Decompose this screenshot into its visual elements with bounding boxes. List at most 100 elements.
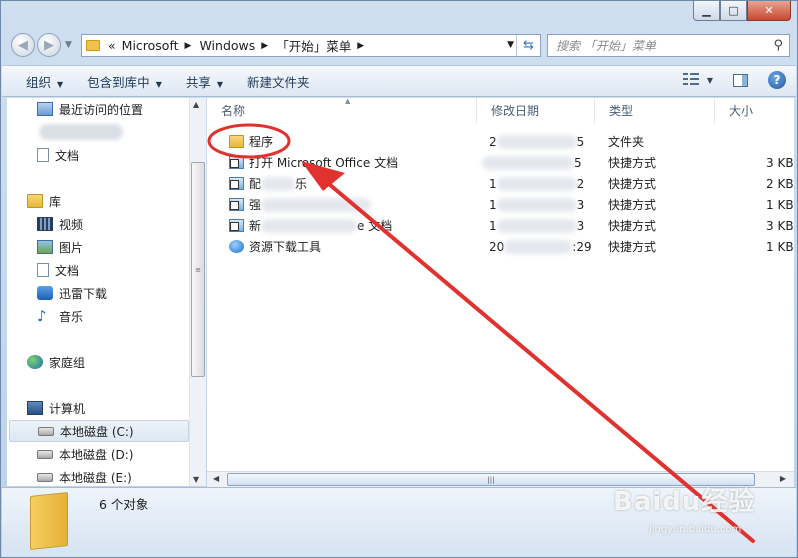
homegroup-icon bbox=[27, 355, 43, 369]
nav-item-libraries[interactable]: 库 bbox=[27, 190, 205, 212]
music-note-icon: ♪ bbox=[37, 307, 47, 325]
navigation-pane: 最近访问的位置 文档 库 视频 图片 文档 迅雷下载 ♪ 音乐 家庭组 计算机 本… bbox=[7, 98, 205, 486]
file-date-start: 1 bbox=[489, 197, 497, 212]
address-dropdown-icon[interactable]: ▼ bbox=[507, 40, 514, 50]
breadcrumb-separator[interactable]: ▶ bbox=[185, 41, 192, 51]
item-count: 6 个对象 bbox=[99, 497, 149, 512]
shortcut-icon bbox=[229, 156, 244, 169]
nav-label: 图片 bbox=[59, 240, 84, 255]
scroll-right-icon[interactable]: ▶ bbox=[780, 474, 786, 483]
column-label: 类型 bbox=[609, 104, 634, 118]
file-date-end: 3 bbox=[576, 218, 585, 233]
breadcrumb-windows[interactable]: Windows bbox=[199, 38, 255, 53]
nav-item-recent[interactable]: 最近访问的位置 bbox=[37, 98, 205, 120]
refresh-button[interactable]: ⇆ bbox=[516, 35, 540, 56]
close-button[interactable]: ✕ bbox=[747, 1, 791, 21]
nav-label: 视频 bbox=[59, 217, 84, 232]
scroll-up-icon[interactable]: ▲ bbox=[193, 100, 199, 109]
recent-places-icon bbox=[37, 102, 53, 116]
file-name-suffix: e 文档 bbox=[357, 219, 393, 233]
view-details-icon[interactable] bbox=[682, 73, 699, 87]
file-size: 1 KB bbox=[766, 239, 794, 254]
help-icon[interactable]: ? bbox=[768, 71, 786, 89]
watermark-logo: Baidu经验 bbox=[613, 487, 756, 517]
file-date-start: 1 bbox=[489, 176, 497, 191]
nav-item-documents[interactable]: 文档 bbox=[37, 259, 205, 281]
file-name: 资源下载工具 bbox=[249, 240, 322, 254]
file-type: 快捷方式 bbox=[608, 177, 657, 191]
nav-buttons: ◀ ▶ ▼ bbox=[11, 33, 72, 57]
nav-label: 家庭组 bbox=[49, 355, 86, 370]
breadcrumb-separator[interactable]: ▶ bbox=[357, 41, 364, 51]
nav-item-documents-fav[interactable]: 文档 bbox=[37, 144, 205, 166]
address-bar[interactable]: « Microsoft ▶ Windows ▶ 「开始」菜单 ▶ ▼ ⇆ bbox=[81, 34, 541, 57]
maximize-button[interactable]: □ bbox=[720, 1, 747, 21]
file-date-start: 1 bbox=[489, 218, 497, 233]
back-button[interactable]: ◀ bbox=[11, 33, 35, 57]
nav-label: 本地磁盘 (E:) bbox=[59, 470, 132, 485]
nav-item-pictures[interactable]: 图片 bbox=[37, 236, 205, 258]
chevron-down-icon: ▼ bbox=[155, 79, 162, 89]
nav-label: 文档 bbox=[55, 148, 80, 163]
column-header-size[interactable]: 大小 bbox=[715, 98, 794, 123]
recent-pages-dropdown[interactable]: ▼ bbox=[65, 40, 72, 50]
table-row[interactable]: 程序 2 5 文件夹 bbox=[207, 131, 794, 152]
chevron-down-icon: ▼ bbox=[57, 79, 64, 89]
table-row[interactable]: 强 1 3 快捷方式 1 KB bbox=[207, 194, 794, 215]
arrow-left-icon: ◀ bbox=[18, 37, 28, 53]
nav-label: 计算机 bbox=[49, 401, 86, 416]
column-header-name[interactable]: 名称 bbox=[207, 98, 477, 123]
nav-label: 最近访问的位置 bbox=[59, 102, 144, 117]
nav-scrollbar[interactable]: ▲ ≡ ▼ bbox=[189, 98, 206, 486]
scroll-down-icon[interactable]: ▼ bbox=[193, 475, 199, 484]
view-dropdown-icon[interactable]: ▼ bbox=[707, 76, 713, 85]
table-row[interactable]: 打开 Microsoft Office 文档 5 快捷方式 3 KB bbox=[207, 152, 794, 173]
table-row[interactable]: 配 乐 1 2 快捷方式 2 KB bbox=[207, 173, 794, 194]
table-row[interactable]: 资源下载工具 20:29 快捷方式 1 KB bbox=[207, 236, 794, 257]
file-size: 3 KB bbox=[766, 218, 794, 233]
minimize-button[interactable]: ▁ bbox=[693, 1, 720, 21]
share-menu[interactable]: 共享 ▼ bbox=[186, 72, 223, 91]
organize-label: 组织 bbox=[26, 74, 52, 90]
search-box[interactable]: 搜索 「开始」菜单 ⚲ bbox=[547, 34, 790, 57]
nav-item-videos[interactable]: 视频 bbox=[37, 213, 205, 235]
include-in-library-menu[interactable]: 包含到库中 ▼ bbox=[87, 72, 162, 91]
file-type: 快捷方式 bbox=[608, 240, 657, 254]
breadcrumb-separator[interactable]: ▶ bbox=[261, 41, 268, 51]
nav-item-xunlei[interactable]: 迅雷下载 bbox=[37, 282, 205, 304]
computer-icon bbox=[27, 401, 43, 415]
nav-item-disk-c[interactable]: 本地磁盘 (C:) bbox=[9, 420, 189, 442]
file-name-prefix: 新 bbox=[249, 219, 262, 233]
nav-label: 文档 bbox=[55, 263, 80, 278]
drive-icon bbox=[38, 426, 54, 436]
organize-menu[interactable]: 组织 ▼ bbox=[26, 72, 63, 91]
breadcrumb-start-menu[interactable]: 「开始」菜单 bbox=[276, 36, 351, 55]
column-header-type[interactable]: 类型 bbox=[595, 98, 715, 123]
new-folder-button[interactable]: 新建文件夹 bbox=[247, 72, 310, 91]
breadcrumb-microsoft[interactable]: Microsoft bbox=[122, 38, 179, 53]
document-icon bbox=[37, 263, 49, 277]
share-label: 共享 bbox=[185, 74, 211, 90]
file-type: 文件夹 bbox=[608, 135, 645, 149]
column-header-date[interactable]: 修改日期 bbox=[477, 98, 595, 123]
download-icon bbox=[37, 286, 53, 300]
search-icon: ⚲ bbox=[773, 38, 783, 53]
redacted-date bbox=[504, 239, 573, 254]
nav-item-disk-e[interactable]: 本地磁盘 (E:) bbox=[37, 466, 205, 486]
redacted-name bbox=[261, 197, 372, 212]
breadcrumb-overflow[interactable]: « bbox=[108, 38, 116, 53]
nav-item-homegroup[interactable]: 家庭组 bbox=[27, 351, 205, 373]
nav-item-computer[interactable]: 计算机 bbox=[27, 397, 205, 419]
forward-button[interactable]: ▶ bbox=[37, 33, 61, 57]
preview-pane-icon[interactable] bbox=[733, 73, 748, 87]
nav-item-music[interactable]: ♪ 音乐 bbox=[37, 305, 205, 327]
nav-label: 本地磁盘 (D:) bbox=[59, 447, 134, 462]
scroll-left-icon[interactable]: ◀ bbox=[213, 474, 219, 483]
table-row[interactable]: 新 e 文档 1 3 快捷方式 3 KB bbox=[207, 215, 794, 236]
search-input[interactable]: 搜索 「开始」菜单 bbox=[556, 37, 656, 54]
nav-item-disk-d[interactable]: 本地磁盘 (D:) bbox=[37, 443, 205, 465]
include-in-library-label: 包含到库中 bbox=[87, 74, 150, 90]
file-date-start: 2 bbox=[489, 134, 497, 149]
picture-icon bbox=[37, 240, 53, 254]
scroll-thumb[interactable]: ≡ bbox=[191, 162, 205, 377]
